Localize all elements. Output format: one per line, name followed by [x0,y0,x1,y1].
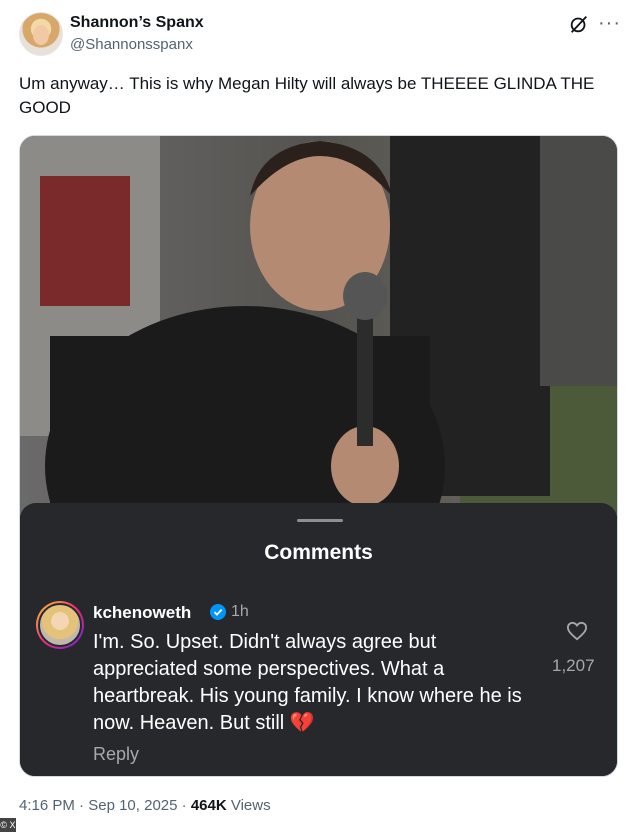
tweet-text: Um anyway… This is why Megan Hilty will … [19,74,595,117]
comments-panel: Comments kchenoweth 1h I'm. So. Upset. D… [20,503,617,776]
views-count: 464K [190,797,227,814]
reply-button[interactable]: Reply [93,744,139,765]
drag-handle[interactable] [297,519,343,522]
tweet-media[interactable]: Comments kchenoweth 1h I'm. So. Upset. D… [19,135,618,777]
author-avatar[interactable] [19,12,63,56]
tweet-date[interactable]: Sep 10, 2025 [88,797,177,814]
comments-title: Comments [264,541,373,564]
like-count: 1,207 [552,656,595,675]
comment-text: I'm. So. Upset. Didn't always agree but … [93,631,522,734]
verified-icon [210,604,226,620]
more-icon[interactable]: ··· [598,12,621,35]
tweet: Shannon’s Spanx @Shannonsspanx ··· Um an… [0,0,634,834]
author-name[interactable]: Shannon’s Spanx [70,14,204,32]
comment-age: 1h [231,603,249,620]
x-watermark: © X [0,818,16,832]
author-handle[interactable]: @Shannonsspanx [70,36,193,53]
video-still-image [20,136,617,516]
grok-icon[interactable] [568,13,590,35]
tweet-time[interactable]: 4:16 PM [19,797,75,814]
heart-icon[interactable] [566,621,588,641]
commenter-username[interactable]: kchenoweth [93,603,191,623]
tweet-meta: 4:16 PM · Sep 10, 2025 · 464K Views [19,797,271,814]
views-label: Views [230,797,271,814]
commenter-avatar[interactable] [36,601,84,649]
